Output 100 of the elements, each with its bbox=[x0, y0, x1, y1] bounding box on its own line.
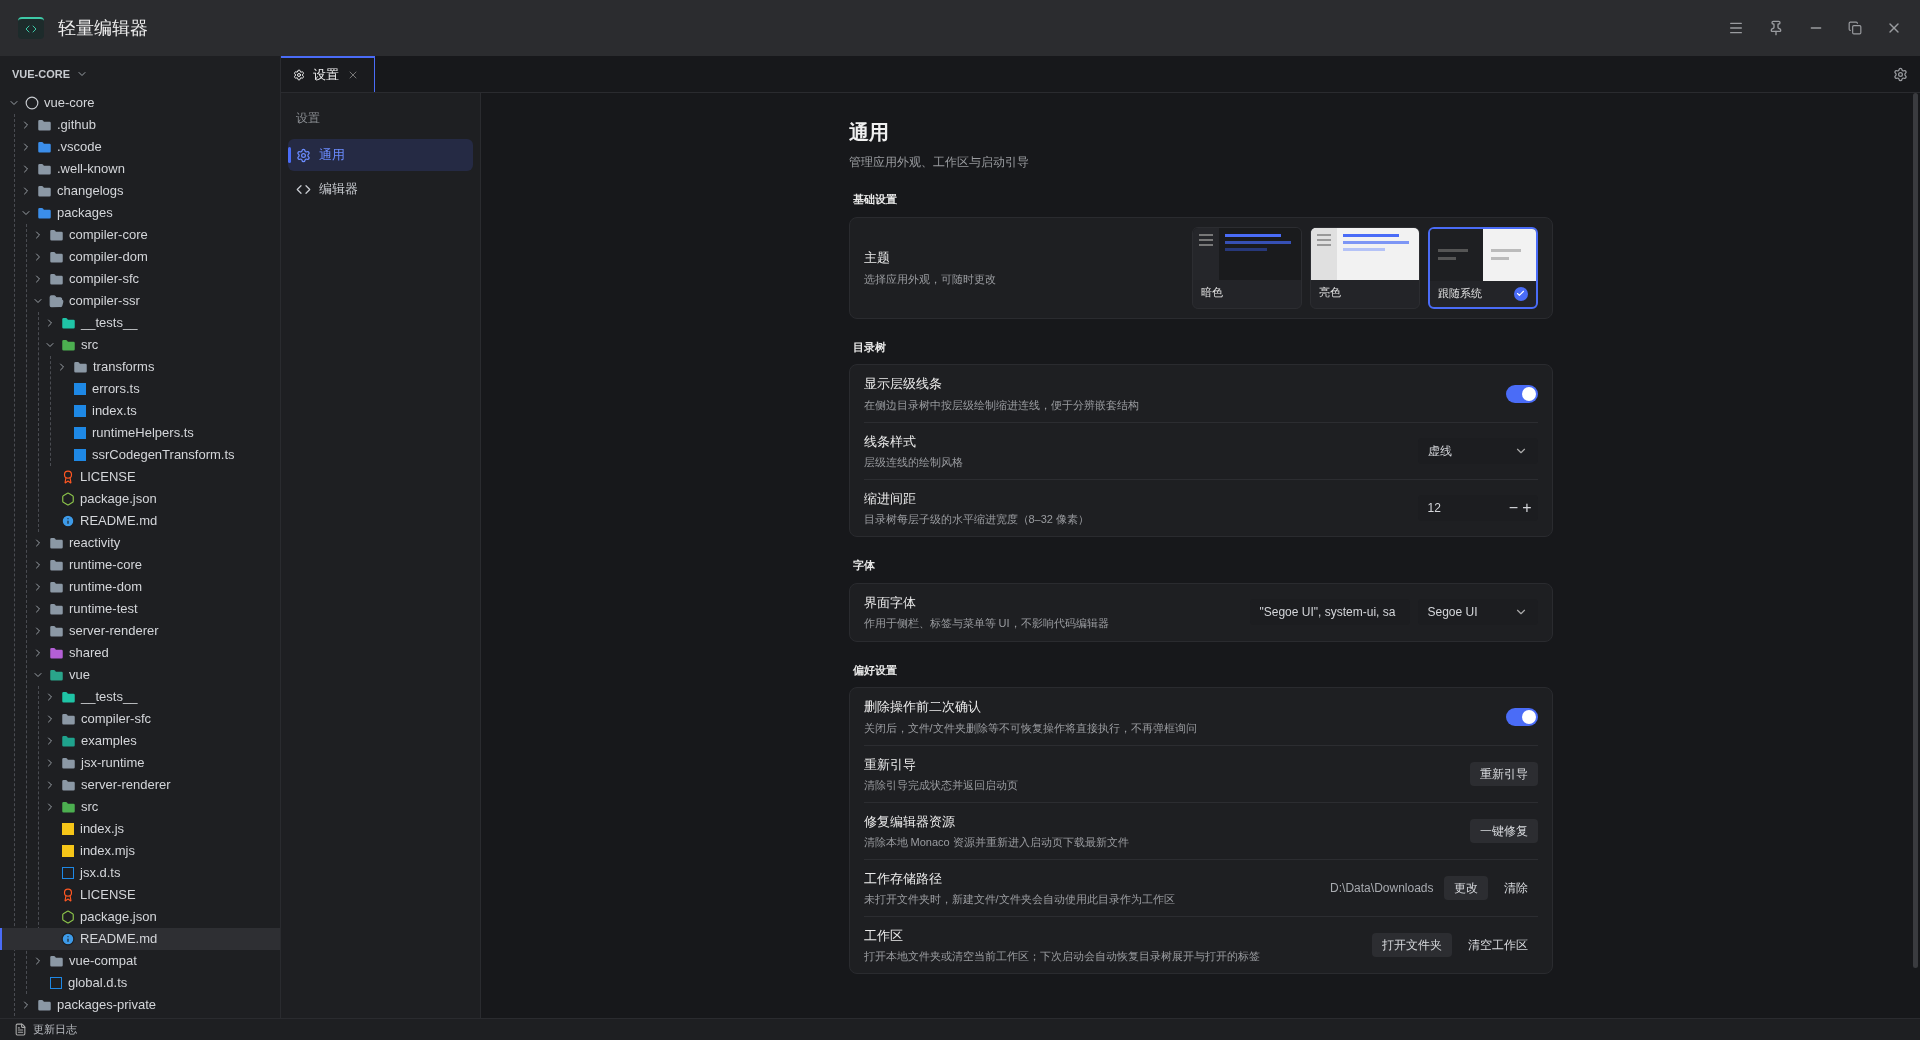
tree-item[interactable]: transforms bbox=[0, 356, 280, 378]
tree-item[interactable]: .well-known bbox=[0, 158, 280, 180]
tree-item[interactable]: reactivity bbox=[0, 532, 280, 554]
tree-item[interactable]: src bbox=[0, 796, 280, 818]
settings-nav-item[interactable]: 编辑器 bbox=[288, 173, 473, 205]
js-file-icon bbox=[62, 823, 74, 835]
section-title: 基础设置 bbox=[851, 192, 898, 207]
restore-icon[interactable] bbox=[1848, 21, 1862, 35]
folder-icon bbox=[37, 997, 52, 1013]
tree-item[interactable]: package.json bbox=[0, 906, 280, 928]
setting-label: 工作存储路径 bbox=[863, 869, 943, 888]
tree-item[interactable]: packages-private bbox=[0, 994, 280, 1016]
action-button[interactable]: 重新引导 bbox=[1469, 762, 1538, 786]
tree-item[interactable]: index.ts bbox=[0, 400, 280, 422]
tree-item[interactable]: LICENSE bbox=[0, 466, 280, 488]
tree-item[interactable]: changelogs bbox=[0, 180, 280, 202]
tree-item[interactable]: package.json bbox=[0, 488, 280, 510]
tree-item[interactable]: server-renderer bbox=[0, 620, 280, 642]
folder-icon bbox=[61, 755, 76, 771]
folder-icon bbox=[49, 601, 64, 617]
tree-item[interactable]: jsx.d.ts bbox=[0, 862, 280, 884]
document-icon bbox=[14, 1023, 27, 1036]
tree-item[interactable]: index.mjs bbox=[0, 840, 280, 862]
tree-item[interactable]: src bbox=[0, 334, 280, 356]
tree-item[interactable]: runtimeHelpers.ts bbox=[0, 422, 280, 444]
storage-path: D:\Data\Downloads bbox=[1330, 880, 1434, 897]
tree-item[interactable]: compiler-core bbox=[0, 224, 280, 246]
setting-description: 层级连线的绘制风格 bbox=[863, 455, 963, 470]
tree-item[interactable]: README.md bbox=[0, 510, 280, 532]
action-button[interactable]: 打开文件夹 bbox=[1371, 933, 1452, 957]
increment-button[interactable]: + bbox=[1522, 496, 1532, 520]
ts-file-icon bbox=[74, 383, 86, 395]
tree-item[interactable]: .github bbox=[0, 114, 280, 136]
action-button[interactable]: 一键修复 bbox=[1469, 819, 1538, 843]
decrement-button[interactable]: − bbox=[1508, 496, 1519, 520]
tree-item[interactable]: LICENSE bbox=[0, 884, 280, 906]
tree-item[interactable]: __tests__ bbox=[0, 686, 280, 708]
info-icon bbox=[61, 514, 75, 528]
page-title: 通用 bbox=[848, 120, 890, 145]
tree-item[interactable]: vue-core bbox=[0, 92, 280, 114]
setting-description: 清除引导完成状态并返回启动页 bbox=[863, 778, 1018, 793]
folder-icon bbox=[61, 689, 76, 705]
tree-item[interactable]: server-renderer bbox=[0, 774, 280, 796]
tree-item[interactable]: compiler-sfc bbox=[0, 708, 280, 730]
theme-option[interactable]: 亮色 bbox=[1309, 226, 1420, 309]
tree-item[interactable]: packages bbox=[0, 202, 280, 224]
folder-icon bbox=[49, 293, 64, 309]
page-subtitle: 管理应用外观、工作区与启动引导 bbox=[848, 154, 1030, 171]
tree-item[interactable]: runtime-test bbox=[0, 598, 280, 620]
window-title: 轻量编辑器 bbox=[58, 16, 148, 40]
section-title: 偏好设置 bbox=[851, 662, 898, 678]
section-title: 目录树 bbox=[851, 339, 887, 355]
folder-icon bbox=[61, 777, 76, 793]
tree-item[interactable]: examples bbox=[0, 730, 280, 752]
tree-item[interactable]: shared bbox=[0, 642, 280, 664]
tree-item[interactable]: runtime-core bbox=[0, 554, 280, 576]
tree-item[interactable]: __tests__ bbox=[0, 312, 280, 334]
settings-tab[interactable]: 设置 bbox=[281, 56, 375, 92]
gear-icon bbox=[293, 69, 305, 81]
tree-item[interactable]: compiler-dom bbox=[0, 246, 280, 268]
tree-item[interactable]: index.js bbox=[0, 818, 280, 840]
tree-item[interactable]: errors.ts bbox=[0, 378, 280, 400]
tree-item[interactable]: runtime-dom bbox=[0, 576, 280, 598]
theme-label: 暗色 bbox=[1200, 285, 1223, 301]
tree-item[interactable]: compiler-ssr bbox=[0, 290, 280, 312]
changelog-link[interactable]: 更新日志 bbox=[33, 1021, 77, 1038]
ribbon-icon bbox=[61, 470, 75, 484]
explorer-title: VUE-CORE bbox=[12, 66, 71, 82]
menu-icon[interactable] bbox=[1728, 20, 1744, 36]
folder-icon bbox=[49, 645, 64, 661]
toggle-switch[interactable] bbox=[1505, 384, 1538, 403]
setting-description: 关闭后，文件/文件夹删除等不可恢复操作将直接执行，不再弹框询问 bbox=[863, 720, 1197, 736]
action-button[interactable]: 清空工作区 bbox=[1457, 933, 1538, 957]
setting-label: 删除操作前二次确认 bbox=[863, 698, 982, 716]
tree-item[interactable]: vue bbox=[0, 664, 280, 686]
tree-item[interactable]: README.md bbox=[0, 928, 280, 950]
setting-description: 作用于侧栏、标签与菜单等 UI，不影响代码编辑器 bbox=[863, 616, 1109, 631]
settings-nav-item[interactable]: 通用 bbox=[288, 139, 473, 171]
pin-icon[interactable] bbox=[1768, 20, 1784, 36]
folder-icon bbox=[49, 667, 64, 683]
js-file-icon bbox=[62, 845, 74, 857]
theme-option[interactable]: 暗色 bbox=[1191, 226, 1302, 309]
toggle-switch[interactable] bbox=[1505, 707, 1538, 726]
folder-icon bbox=[49, 249, 64, 265]
action-button[interactable]: 清除 bbox=[1493, 876, 1538, 900]
action-button[interactable]: 更改 bbox=[1443, 876, 1488, 900]
theme-option[interactable]: 跟随系统 bbox=[1427, 226, 1538, 309]
folder-icon bbox=[49, 579, 64, 595]
tree-item[interactable]: compiler-sfc bbox=[0, 268, 280, 290]
tree-item[interactable]: jsx-runtime bbox=[0, 752, 280, 774]
settings-nav-title: 设置 bbox=[295, 110, 321, 127]
tree-item[interactable]: .vscode bbox=[0, 136, 280, 158]
close-icon[interactable] bbox=[347, 69, 359, 81]
ribbon-icon bbox=[61, 888, 75, 902]
settings-icon[interactable] bbox=[1893, 66, 1908, 82]
tree-item[interactable]: global.d.ts bbox=[0, 972, 280, 994]
tree-item[interactable]: vue-compat bbox=[0, 950, 280, 972]
indent-value[interactable]: 12 bbox=[1427, 499, 1441, 517]
ts-file-icon bbox=[74, 405, 86, 417]
tree-item[interactable]: ssrCodegenTransform.ts bbox=[0, 444, 280, 466]
